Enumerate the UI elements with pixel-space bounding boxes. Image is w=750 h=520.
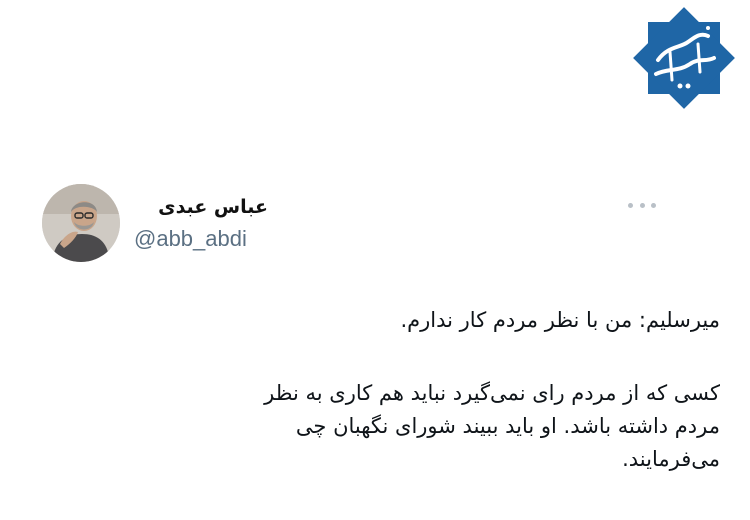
tweet-text: میرسلیم: من با نظر مردم کار ندارم. کسی ک… (80, 304, 720, 476)
author-display-name[interactable]: عباس عبدی (138, 194, 268, 220)
tweet-card: عباس عبدی @abb_abdi میرسلیم: من با نظر م… (0, 180, 750, 520)
avatar[interactable] (42, 184, 120, 262)
avatar-photo (42, 184, 120, 262)
brand-logo-emblem (633, 7, 735, 109)
tweet-author[interactable]: عباس عبدی @abb_abdi (134, 194, 268, 252)
ellipsis-icon[interactable] (628, 200, 656, 210)
dot (628, 202, 633, 208)
tweet-text-line: مردم داشته باشد. او باید ببیند شورای نگه… (295, 414, 720, 438)
tweet-text-line: می‌فرمایند. (622, 447, 720, 471)
tweet-text-line: کسی که از مردم رای نمی‌گیرد نباید هم کار… (264, 381, 720, 405)
dot (639, 202, 645, 208)
dot (651, 202, 656, 208)
tweet-text-line: میرسلیم: من با نظر مردم کار ندارم. (400, 308, 720, 332)
brand-logo (628, 2, 740, 114)
author-handle[interactable]: @abb_abdi (134, 226, 268, 252)
tweet-screenshot: عباس عبدی @abb_abdi میرسلیم: من با نظر م… (0, 0, 750, 520)
